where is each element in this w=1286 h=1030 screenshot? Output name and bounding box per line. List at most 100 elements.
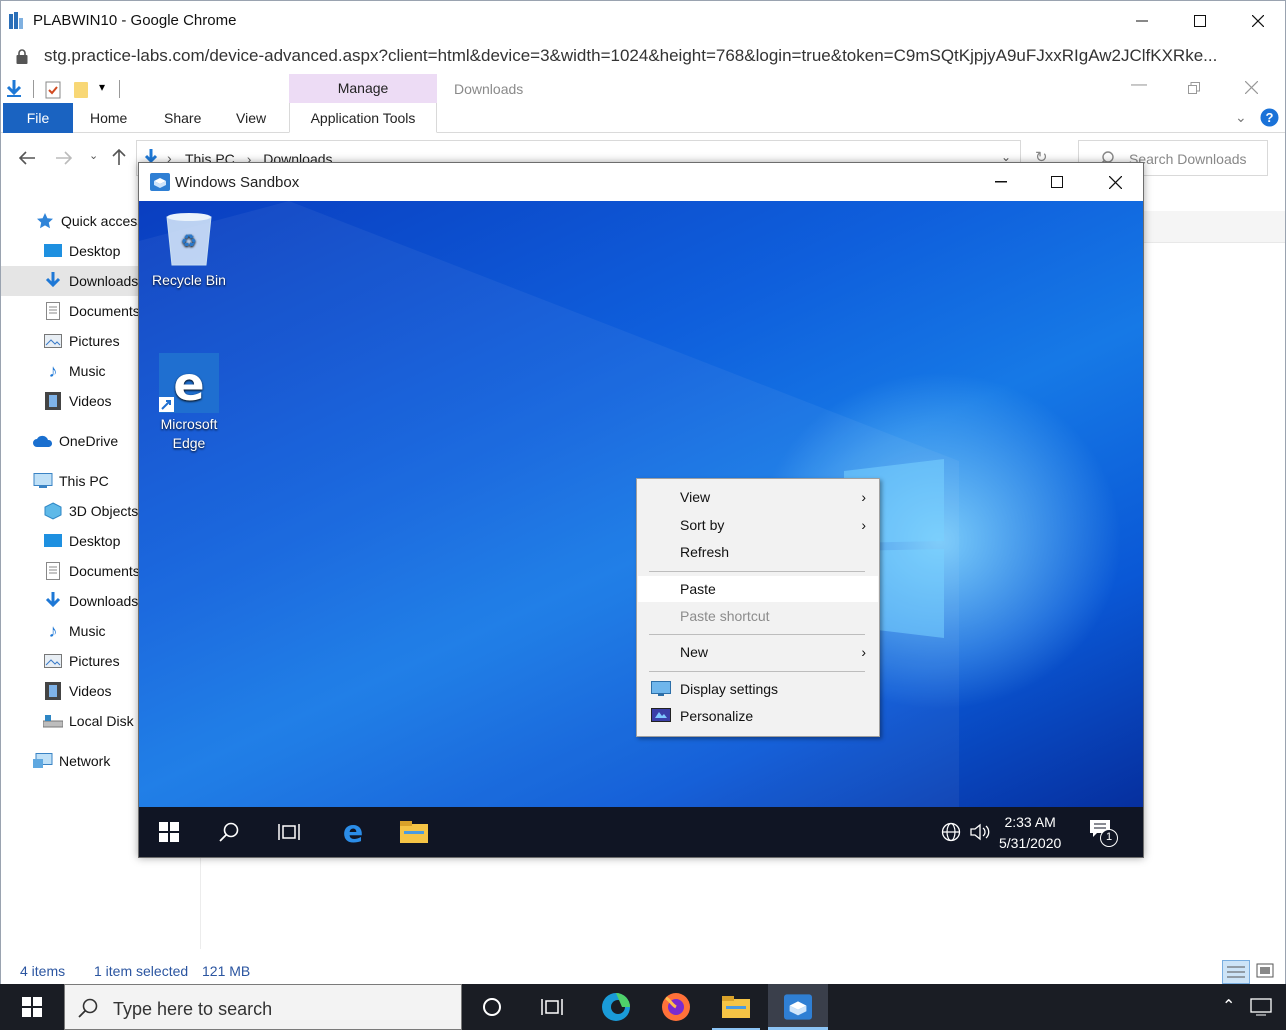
practice-labs-icon [9, 12, 23, 29]
qat-dropdown-icon[interactable]: ▾ [99, 80, 105, 94]
sandbox-maximize-button[interactable] [1029, 163, 1085, 201]
file-row[interactable] [1144, 211, 1285, 243]
tab-application-tools[interactable]: Application Tools [289, 103, 437, 133]
tab-file[interactable]: File [3, 103, 73, 133]
recycle-bin-label: Recycle Bin [152, 272, 226, 288]
tab-share[interactable]: Share [164, 103, 201, 133]
star-icon [35, 211, 55, 231]
menu-item-sort-by[interactable]: Sort by › [638, 512, 878, 538]
start-button[interactable] [2, 984, 62, 1030]
sandbox-titlebar: Windows Sandbox [139, 163, 1143, 201]
firefox-taskbar-button[interactable] [646, 984, 706, 1030]
ribbon-tabs: File Home Share View Application Tools ⌄… [1, 103, 1285, 133]
cube-icon [43, 501, 63, 521]
back-arrow-icon[interactable] [19, 151, 36, 165]
close-button[interactable] [1229, 1, 1286, 41]
sandbox-start-button[interactable] [139, 807, 199, 857]
menu-separator [649, 634, 865, 635]
desktop-icon-recycle-bin[interactable]: ♻ Recycle Bin [144, 211, 234, 290]
window-title: PLABWIN10 - Google Chrome [33, 12, 237, 29]
network-status-icon[interactable] [1250, 998, 1272, 1016]
minimize-button[interactable] [1113, 1, 1171, 41]
new-folder-icon[interactable] [73, 81, 89, 99]
maximize-icon [1194, 15, 1206, 27]
status-bar: 4 items 1 item selected 121 MB [1, 958, 1285, 984]
search-downloads-placeholder: Search Downloads [1129, 151, 1247, 167]
help-icon[interactable]: ? [1260, 108, 1279, 127]
documents-icon [43, 561, 63, 581]
sandbox-app-icon [784, 994, 812, 1020]
pictures-icon [43, 651, 63, 671]
tab-home[interactable]: Home [90, 103, 127, 133]
file-explorer-icon [722, 996, 750, 1018]
music-icon: ♪ [48, 360, 58, 381]
globe-network-icon[interactable] [941, 822, 961, 842]
desktop-icon-microsoft-edge[interactable]: e Microsoft Edge [144, 353, 234, 453]
menu-item-display-settings[interactable]: Display settings [638, 676, 878, 702]
menu-item-view[interactable]: View › [638, 484, 878, 510]
drive-icon [43, 711, 63, 731]
submenu-arrow-icon: › [861, 644, 866, 660]
explorer-minimize-button[interactable]: — [1131, 76, 1147, 94]
up-arrow-icon[interactable] [112, 149, 126, 166]
manage-contextual-tab[interactable]: Manage [289, 74, 437, 103]
properties-icon[interactable] [45, 81, 61, 99]
recent-locations-icon[interactable]: ⌄ [89, 149, 98, 162]
sandbox-close-button[interactable] [1087, 163, 1143, 201]
task-view-icon [541, 999, 563, 1015]
large-icons-view-icon[interactable] [1256, 962, 1274, 980]
maximize-button[interactable] [1171, 1, 1229, 41]
address-bar[interactable]: stg.practice-labs.com/device-advanced.as… [0, 40, 1286, 74]
menu-item-new[interactable]: New › [638, 639, 878, 665]
expand-ribbon-icon[interactable]: ⌄ [1235, 109, 1247, 126]
explorer-close-icon[interactable] [1245, 81, 1258, 94]
volume-icon[interactable] [970, 823, 992, 841]
cortana-circle-icon [483, 998, 501, 1016]
close-icon [1252, 15, 1264, 27]
network-icon [33, 751, 53, 771]
task-view-button[interactable] [522, 984, 582, 1030]
url-text[interactable]: stg.practice-labs.com/device-advanced.as… [44, 46, 1264, 66]
action-center-button[interactable]: 1 [1089, 819, 1118, 849]
explorer-restore-icon[interactable] [1188, 82, 1200, 94]
tab-view[interactable]: View [236, 103, 266, 133]
notification-badge: 1 [1100, 829, 1118, 847]
svg-text:♻: ♻ [181, 231, 197, 252]
file-explorer-icon [400, 821, 428, 843]
desktop-context-menu: View › Sort by › Refresh Paste Paste sho… [636, 478, 880, 737]
sandbox-search-button[interactable] [199, 807, 259, 857]
recycle-bin-icon: ♻ [166, 213, 212, 266]
host-taskbar: Type here to search ⌃ [0, 984, 1286, 1030]
sandbox-app-icon [150, 173, 170, 191]
search-icon [219, 822, 239, 842]
minimize-icon [995, 181, 1007, 183]
download-icon [43, 271, 63, 291]
explorer-window-title: Downloads [454, 81, 524, 97]
sandbox-clock[interactable]: 2:33 AM 5/31/2020 [999, 812, 1061, 854]
lock-icon [16, 49, 28, 64]
display-settings-icon [651, 681, 671, 696]
edge-label-line2: Edge [172, 435, 206, 451]
file-explorer-taskbar-button[interactable] [706, 984, 766, 1030]
chrome-titlebar: PLABWIN10 - Google Chrome [0, 0, 1286, 40]
cortana-button[interactable] [462, 984, 522, 1030]
sandbox-file-explorer-button[interactable] [384, 807, 444, 857]
close-icon [1108, 175, 1122, 189]
sandbox-task-view-button[interactable] [259, 807, 319, 857]
edge-taskbar-button[interactable] [586, 984, 646, 1030]
menu-item-refresh[interactable]: Refresh [638, 539, 878, 565]
details-view-icon[interactable] [1222, 960, 1250, 984]
videos-icon [43, 681, 63, 701]
taskbar-search-box[interactable]: Type here to search [64, 984, 462, 1030]
forward-arrow-icon[interactable] [55, 151, 72, 165]
menu-item-personalize[interactable]: Personalize [638, 703, 878, 729]
edge-chromium-icon [602, 993, 630, 1021]
download-arrow-icon[interactable] [5, 80, 23, 98]
sandbox-title: Windows Sandbox [175, 174, 300, 191]
music-icon: ♪ [48, 620, 58, 641]
sandbox-taskbar-button[interactable] [768, 984, 828, 1030]
show-hidden-icons-button[interactable]: ⌃ [1222, 996, 1235, 1016]
sandbox-edge-button[interactable]: e [323, 807, 383, 857]
sandbox-minimize-button[interactable] [973, 163, 1029, 201]
menu-item-paste[interactable]: Paste [638, 576, 878, 602]
